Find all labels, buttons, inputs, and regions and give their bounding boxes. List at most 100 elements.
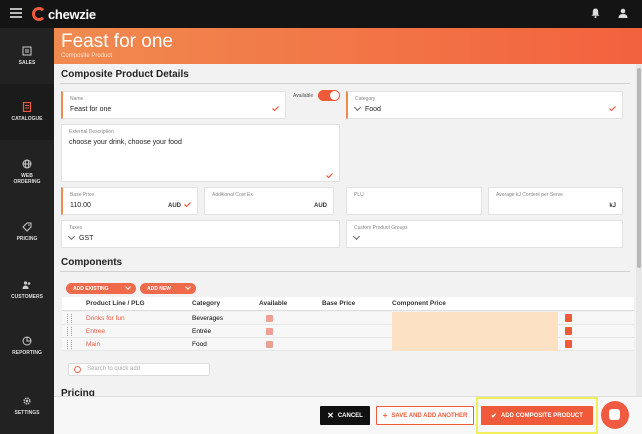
chevron-down-icon — [353, 103, 362, 112]
user-icon[interactable] — [618, 8, 628, 18]
category-label: Category — [355, 96, 376, 102]
drag-handle-icon[interactable] — [67, 340, 72, 349]
web-ordering-icon — [22, 159, 32, 169]
add-composite-product-button[interactable]: ✔ ADD COMPOSITE PRODUCT — [481, 406, 593, 425]
save-and-add-another-label: SAVE AND ADD ANOTHER — [391, 412, 468, 419]
category-value: Food — [365, 106, 381, 113]
component-price-cell[interactable] — [392, 325, 558, 338]
add-new-label: ADD NEW — [147, 285, 171, 292]
add-existing-button[interactable]: ADD EXISTING — [66, 283, 136, 294]
plu-label: PLU — [354, 192, 364, 198]
search-icon — [74, 366, 81, 373]
check-icon: ✔ — [491, 412, 497, 420]
sidebar-item-label: WEB ORDERING — [13, 173, 41, 185]
sidebar-item-label: CATALOGUE — [11, 116, 43, 122]
logo-mark-icon — [32, 7, 46, 21]
sidebar-item-settings[interactable]: SETTINGS — [0, 378, 54, 434]
base-price-field[interactable]: Base Price 110.00 AUD — [61, 187, 198, 215]
plu-field[interactable]: PLU — [346, 187, 482, 215]
trash-icon[interactable] — [565, 340, 572, 348]
hamburger-menu-icon[interactable] — [10, 8, 22, 18]
close-icon: ✕ — [327, 411, 334, 420]
external-description-value: choose your drink, choose your food — [69, 139, 182, 146]
available-toggle[interactable] — [318, 90, 340, 101]
pricing-section-title: Pricing — [61, 388, 95, 396]
name-field[interactable]: Name Feast for one — [61, 91, 286, 119]
table-row[interactable]: Entree Entrée — [62, 325, 634, 338]
drag-handle-icon[interactable] — [67, 327, 72, 336]
row-product[interactable]: Main — [86, 341, 100, 348]
chevron-down-icon — [125, 284, 131, 290]
sidebar-item-label: PRICING — [16, 236, 38, 242]
kj-unit: kJ — [609, 203, 616, 209]
table-row[interactable]: Main Food — [62, 338, 634, 351]
add-existing-label: ADD EXISTING — [73, 285, 109, 292]
components-section-title: Components — [61, 257, 123, 268]
trash-icon[interactable] — [565, 327, 572, 335]
kj-content-field[interactable]: Average kJ Content per Serve kJ — [488, 187, 623, 215]
cancel-label: CANCEL — [337, 412, 363, 419]
custom-product-groups-select[interactable]: Custom Product Groups — [346, 220, 623, 248]
tag-icon — [22, 222, 32, 232]
name-value: Feast for one — [70, 106, 112, 113]
bell-icon[interactable] — [591, 8, 600, 18]
base-price-label: Base Price — [70, 192, 95, 198]
logo[interactable]: chewzie — [32, 5, 96, 23]
header-base-price: Base Price — [322, 300, 356, 307]
save-and-add-another-button[interactable]: + SAVE AND ADD ANOTHER — [376, 406, 474, 425]
gear-icon — [23, 397, 31, 405]
chevron-down-icon — [67, 232, 76, 241]
component-price-cell[interactable] — [392, 312, 558, 325]
trash-icon[interactable] — [565, 314, 572, 322]
component-price-cell[interactable] — [392, 338, 558, 351]
base-price-value: 110.00 — [70, 202, 91, 209]
header-product: Product Line / PLG — [86, 300, 145, 307]
drag-handle-icon[interactable] — [67, 314, 72, 323]
sidebar-item-label: REPORTING — [12, 350, 42, 356]
header-available: Available — [259, 300, 288, 307]
main-panel: Feast for one Composite Product Composit… — [54, 28, 642, 434]
chat-icon[interactable] — [601, 401, 629, 429]
additional-cost-label: Additional Cost Ex — [212, 192, 253, 198]
sidebar-item-web-ordering[interactable]: WEB ORDERING — [0, 144, 54, 200]
kj-content-label: Average kJ Content per Serve — [496, 192, 563, 198]
sidebar-item-catalogue[interactable]: CATALOGUE — [0, 84, 54, 140]
taxes-select[interactable]: Taxes GST — [61, 220, 340, 248]
external-description-label: External Description — [69, 129, 114, 135]
taxes-value: GST — [79, 235, 94, 242]
catalogue-icon — [22, 102, 32, 112]
sidebar-item-reporting[interactable]: REPORTING — [0, 318, 54, 374]
page-subtitle: Composite Product — [61, 53, 113, 59]
sidebar-item-customers[interactable]: CUSTOMERS — [0, 262, 54, 318]
components-table-header: Product Line / PLG Category Available Ba… — [62, 297, 634, 311]
cancel-button[interactable]: ✕ CANCEL — [320, 406, 370, 425]
available-checkbox[interactable] — [266, 341, 273, 348]
action-footer: ✕ CANCEL + SAVE AND ADD ANOTHER ✔ ADD CO… — [54, 396, 642, 434]
form-content: Composite Product Details Name Feast for… — [54, 64, 636, 396]
category-select[interactable]: Category Food — [346, 91, 623, 119]
external-description-field[interactable]: External Description choose your drink, … — [61, 124, 340, 182]
check-icon — [272, 106, 279, 111]
sidebar-item-pricing[interactable]: PRICING — [0, 204, 54, 260]
custom-product-groups-label: Custom Product Groups — [354, 225, 408, 231]
available-checkbox[interactable] — [266, 315, 273, 322]
sidebar-item-sales[interactable]: SALES — [0, 28, 54, 84]
sidebar-item-label: SALES — [18, 60, 36, 66]
sidebar-item-label: SETTINGS — [14, 410, 40, 416]
quick-add-search-input[interactable]: Search to quick add — [68, 363, 210, 376]
additional-cost-field[interactable]: Additional Cost Ex AUD — [204, 187, 334, 215]
add-new-button[interactable]: ADD NEW — [140, 283, 196, 294]
reporting-icon — [22, 336, 32, 346]
row-product[interactable]: Drinks for fun — [86, 315, 125, 322]
page-header: Feast for one Composite Product — [54, 28, 642, 64]
available-checkbox[interactable] — [266, 328, 273, 335]
chevron-down-icon — [352, 232, 361, 241]
name-label: Name — [70, 96, 84, 102]
plus-icon: + — [382, 411, 388, 420]
scrollbar-thumb[interactable] — [637, 68, 641, 268]
additional-cost-unit: AUD — [314, 203, 327, 209]
vertical-scrollbar[interactable] — [636, 64, 642, 396]
row-product[interactable]: Entree — [86, 328, 105, 335]
table-row[interactable]: Drinks for fun Beverages — [62, 312, 634, 325]
base-price-unit: AUD — [168, 203, 181, 209]
